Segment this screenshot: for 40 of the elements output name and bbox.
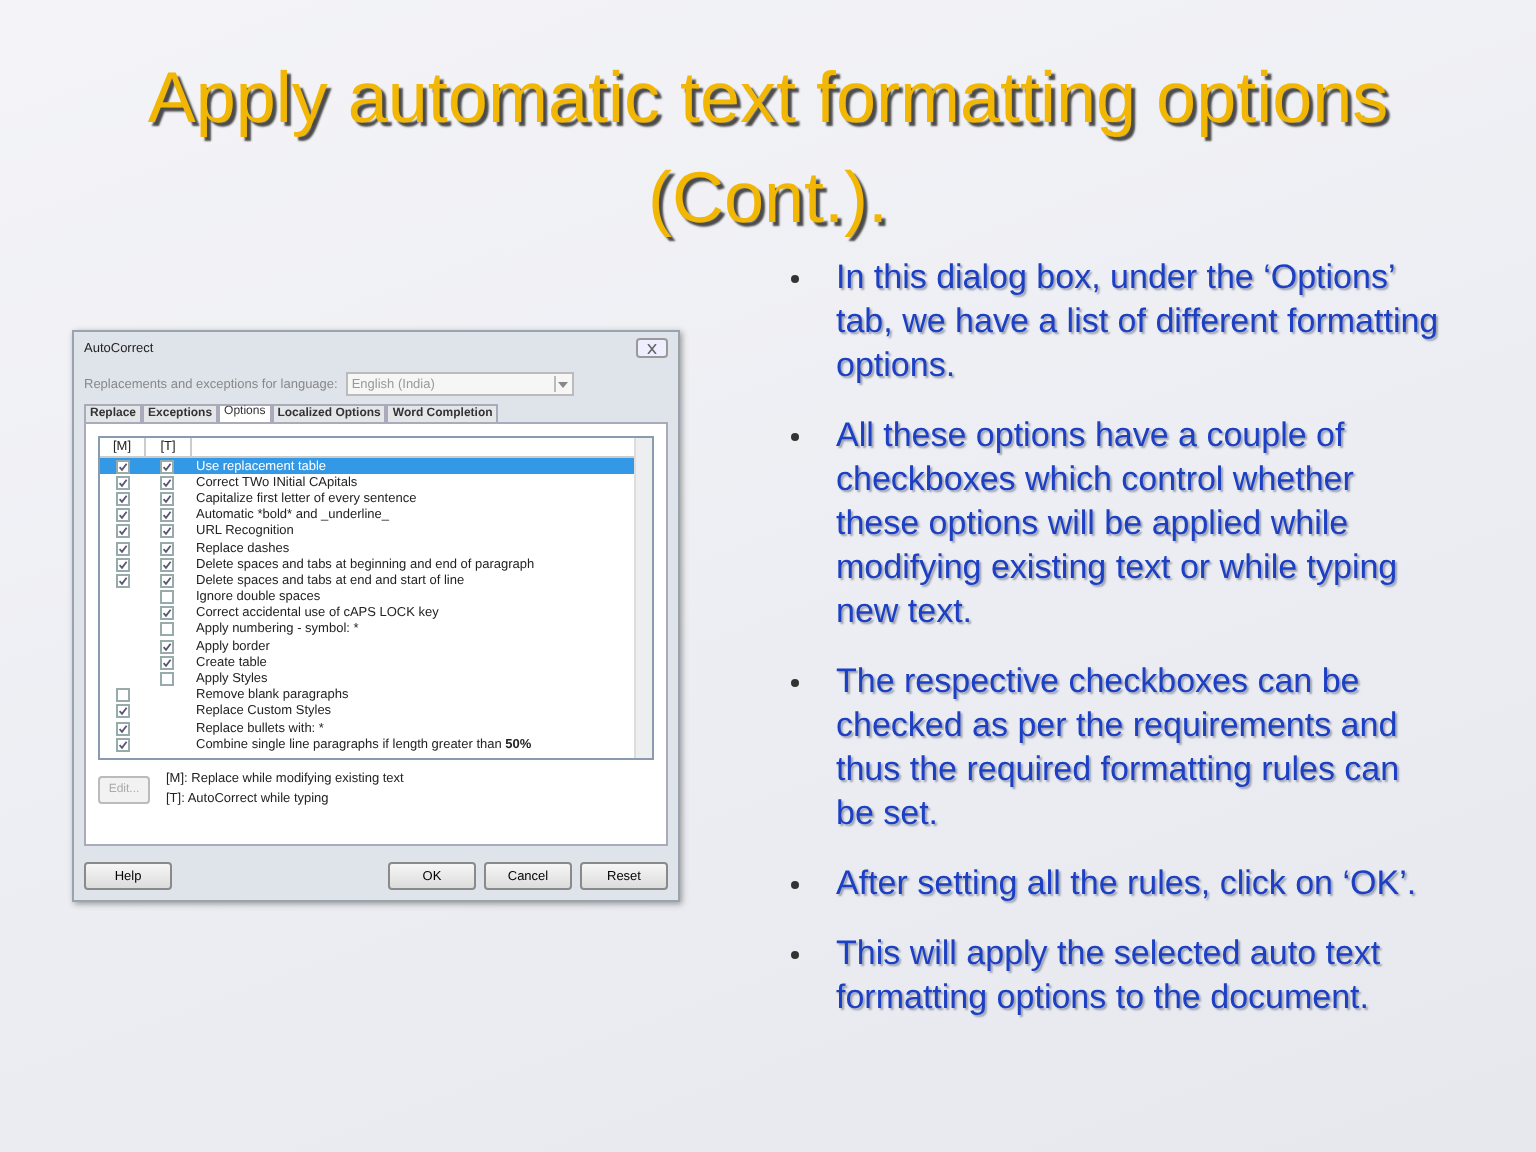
checkbox[interactable] — [159, 491, 173, 506]
checkbox[interactable] — [159, 508, 173, 523]
checkbox[interactable] — [115, 573, 129, 588]
checkbox[interactable] — [159, 557, 173, 572]
checkbox[interactable] — [159, 622, 173, 637]
checkbox[interactable] — [159, 590, 173, 605]
checkbox[interactable] — [159, 655, 173, 670]
checkbox[interactable] — [115, 557, 129, 572]
checkbox[interactable] — [115, 491, 129, 506]
bullet-text: The respective checkboxes can be checked as per the requirements and thus the required formatting rules can be set. — [836, 660, 1402, 836]
bullet-text: In this dialog box, under the ‘Options’ tab, we have a list of different formatting options. — [836, 256, 1440, 388]
bullet-icon — [790, 950, 800, 960]
checkbox[interactable] — [159, 459, 173, 474]
checkbox[interactable] — [115, 704, 129, 719]
bullet-icon — [790, 432, 800, 442]
checkbox[interactable] — [159, 475, 173, 490]
slide-title: Apply automatic text formatting options (Cont.). — [145, 54, 1391, 242]
checkbox[interactable] — [159, 524, 173, 539]
checkbox[interactable] — [159, 541, 173, 556]
checkbox[interactable] — [115, 737, 129, 752]
checkbox[interactable] — [159, 639, 173, 654]
bullet-icon — [790, 274, 800, 284]
bullet-icon — [790, 880, 800, 890]
checkbox[interactable] — [115, 688, 129, 703]
checkbox[interactable] — [115, 524, 129, 539]
checkbox[interactable] — [115, 721, 129, 736]
checkbox[interactable] — [159, 672, 173, 687]
checkbox[interactable] — [115, 541, 129, 556]
close-icon[interactable] — [636, 338, 668, 358]
checkbox[interactable] — [159, 573, 173, 588]
dropdown-arrow-icon[interactable] — [558, 381, 569, 387]
checkbox[interactable] — [115, 508, 129, 523]
bullet-text: This will apply the selected auto text formatting options to the document. — [836, 932, 1383, 1020]
scrollbar[interactable] — [634, 438, 652, 758]
checkbox[interactable] — [159, 606, 173, 621]
checkbox[interactable] — [115, 475, 129, 490]
bullet-icon — [790, 678, 800, 688]
checkbox[interactable] — [115, 459, 129, 474]
bullet-text: All these options have a couple of checkboxes which control whether these options will be applied while modifying existing text or while typing new text. — [836, 414, 1400, 634]
bullet-text: After setting all the rules, click on ‘OK’. — [836, 862, 1417, 906]
